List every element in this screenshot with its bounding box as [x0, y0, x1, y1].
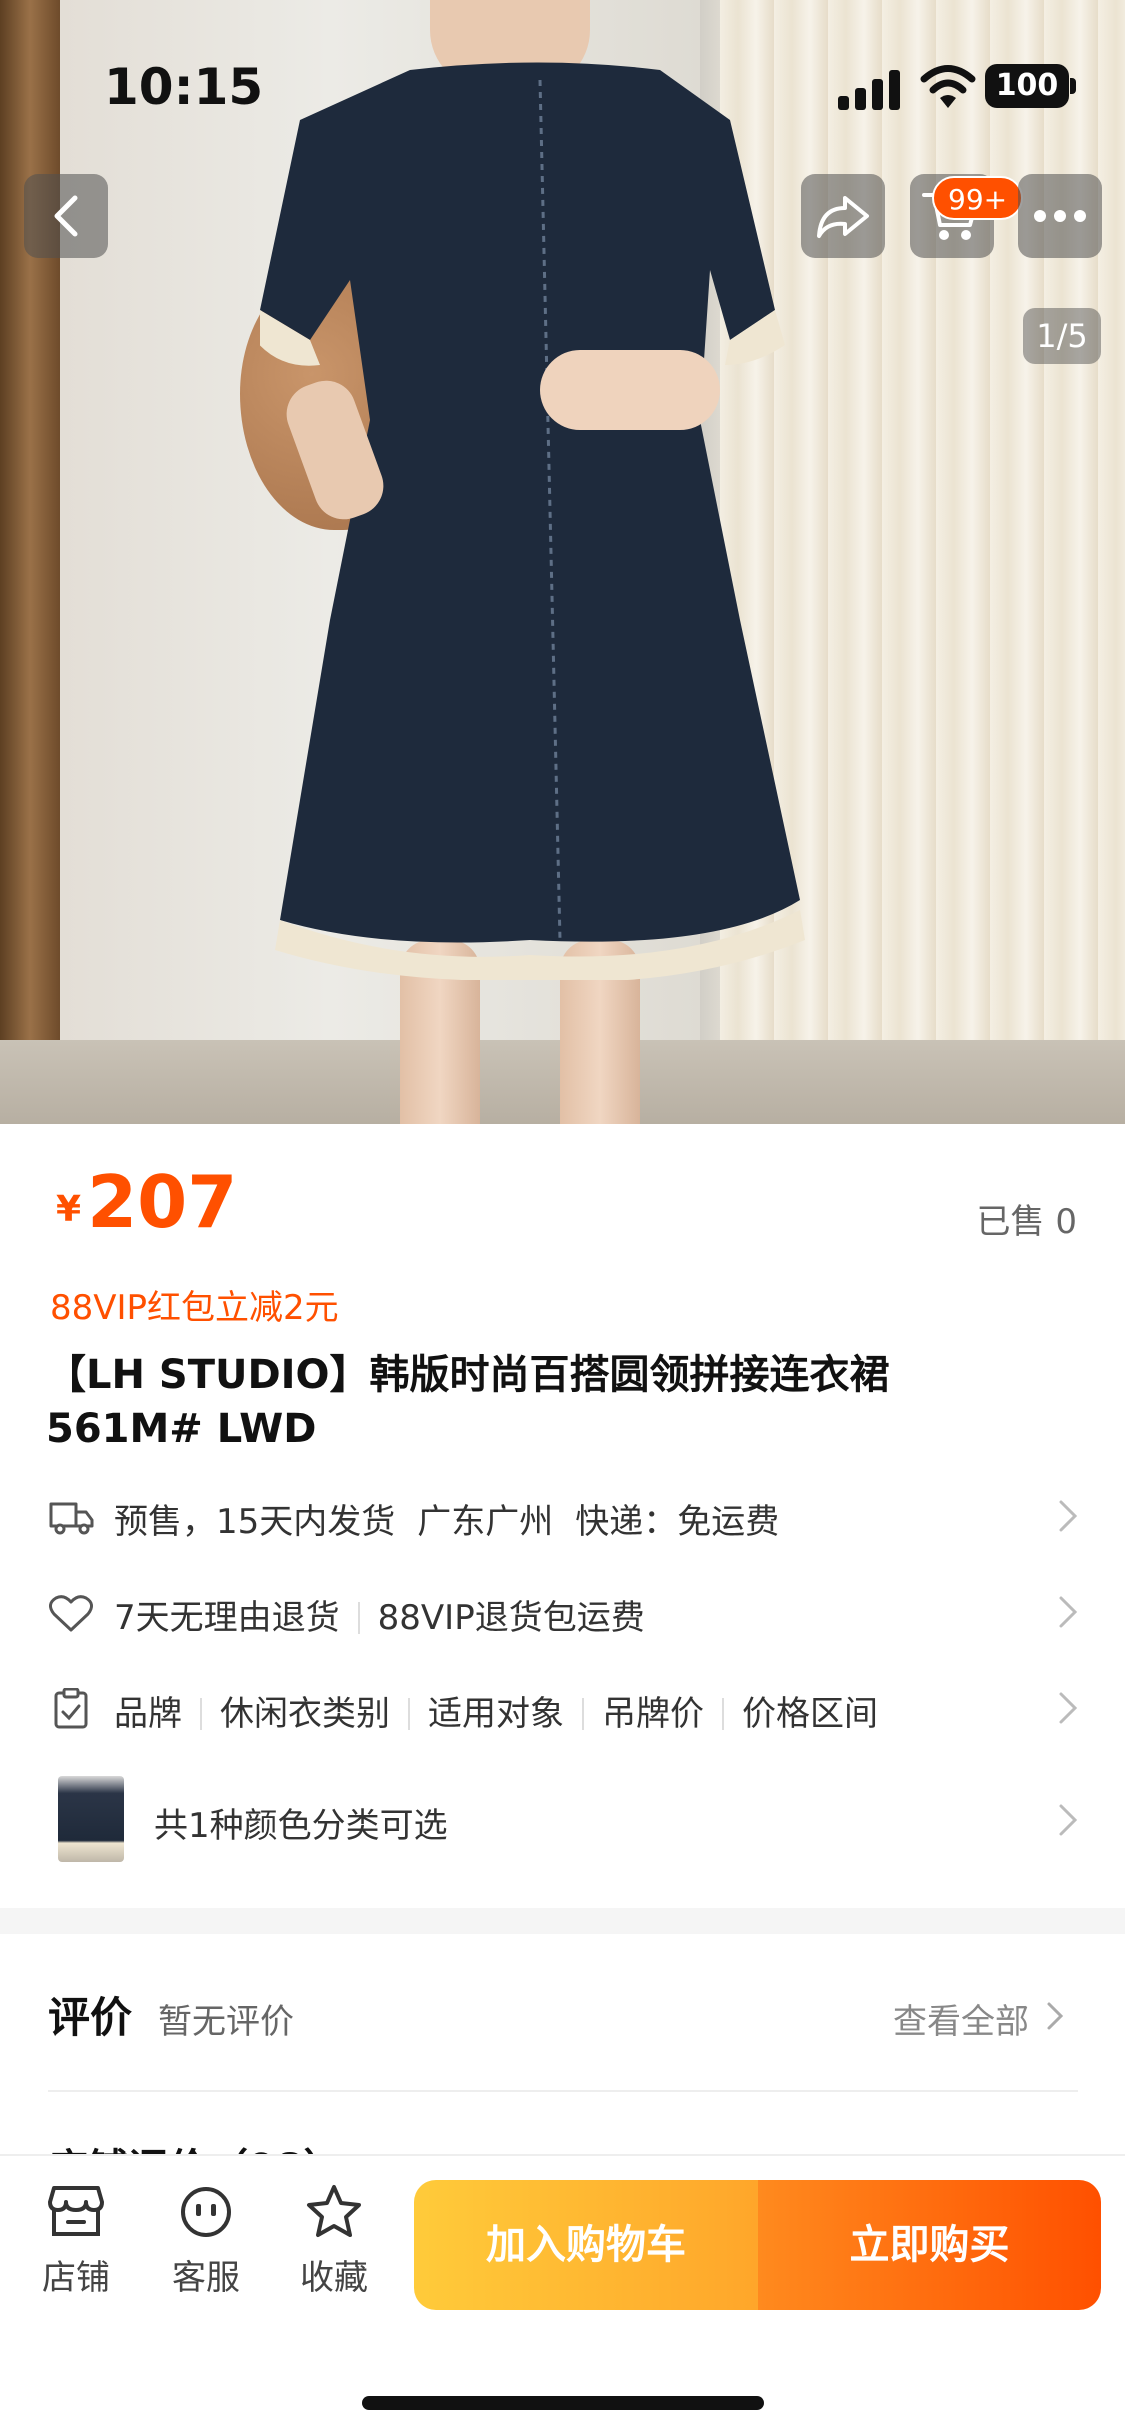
currency-symbol: ¥: [56, 1189, 82, 1230]
store-icon: [48, 2186, 104, 2236]
wifi-icon: [920, 65, 976, 108]
cart-count-badge: 99+: [932, 176, 1024, 220]
presale-text: 预售，15天内发货: [114, 1502, 396, 1542]
more-dots-icon: [1034, 210, 1086, 222]
param-audience: 适用对象: [428, 1694, 564, 1734]
product-title: 【LH STUDIO】韩版时尚百搭圆领拼接连衣裙 561M# LWD: [46, 1352, 890, 1452]
photo-door: [0, 0, 60, 1124]
shop-label: 店铺: [42, 2258, 110, 2298]
buy-now-button[interactable]: 立即购买: [758, 2180, 1101, 2310]
add-to-cart-button[interactable]: 加入购物车: [414, 2180, 758, 2310]
image-counter: 1/5: [1023, 308, 1101, 364]
more-button[interactable]: [1018, 174, 1102, 258]
heart-shield-icon: [49, 1595, 93, 1632]
delivery-fee: 快递：免运费: [575, 1502, 780, 1542]
shop-tab[interactable]: 店铺: [26, 2184, 126, 2299]
chevron-right-icon: [1059, 1804, 1078, 1836]
share-button[interactable]: [801, 174, 885, 258]
back-button[interactable]: [24, 174, 108, 258]
params-row[interactable]: 品牌 休闲衣类别 适用对象 吊牌价 价格区间: [0, 1668, 1125, 1748]
cellular-signal-icon: [838, 70, 900, 110]
variant-row[interactable]: 共1种颜色分类可选: [0, 1780, 1125, 1860]
chevron-left-icon: [54, 195, 78, 237]
param-category: 休闲衣类别: [220, 1694, 390, 1734]
service-tab[interactable]: 客服: [156, 2184, 256, 2299]
truck-icon: [49, 1502, 94, 1535]
battery-icon: 100: [985, 64, 1069, 108]
chevron-right-icon: [1059, 1500, 1078, 1532]
vip-promo[interactable]: 88VIP红包立减2元: [50, 1280, 339, 1329]
share-icon: [817, 196, 869, 238]
clock: 10:15: [104, 58, 264, 116]
sold-count: 已售 0: [976, 1202, 1077, 1242]
ship-from: 广东广州: [417, 1502, 554, 1542]
vip-return-shipping: 88VIP退货包运费: [377, 1598, 645, 1638]
price: ¥207: [56, 1160, 237, 1244]
variant-label: 共1种颜色分类可选: [154, 1806, 448, 1846]
variant-thumbnail[interactable]: [58, 1776, 124, 1862]
price-value: 207: [87, 1160, 238, 1244]
reviews-empty: 暂无评价: [158, 2002, 294, 2042]
chevron-right-icon: [1059, 1692, 1078, 1724]
service-label: 客服: [172, 2258, 240, 2298]
clipboard-check-icon: [54, 1688, 88, 1729]
return-policy: 7天无理由退货: [114, 1598, 340, 1638]
favorite-tab[interactable]: 收藏: [284, 2184, 384, 2299]
param-tag-price: 吊牌价: [602, 1694, 704, 1734]
view-all-reviews-link[interactable]: 查看全部: [893, 1994, 1029, 2043]
chat-bot-icon: [181, 2187, 231, 2237]
param-price-range: 价格区间: [742, 1694, 878, 1734]
shipping-row[interactable]: 预售，15天内发货 广东广州 快递：免运费: [0, 1476, 1125, 1556]
status-bar: 10:15 100: [0, 0, 1125, 132]
star-icon: [307, 2185, 361, 2237]
chevron-right-icon: [1059, 1596, 1078, 1628]
chevron-right-icon: [1047, 2002, 1064, 2030]
photo-dress: [260, 62, 805, 980]
home-indicator[interactable]: [362, 2396, 764, 2410]
favorite-label: 收藏: [300, 2258, 368, 2298]
reviews-heading: 评价: [48, 1993, 133, 2042]
service-row[interactable]: 7天无理由退货 88VIP退货包运费: [0, 1572, 1125, 1652]
product-image[interactable]: [0, 0, 1125, 1124]
param-brand: 品牌: [114, 1694, 182, 1734]
section-divider: [0, 1908, 1125, 1934]
